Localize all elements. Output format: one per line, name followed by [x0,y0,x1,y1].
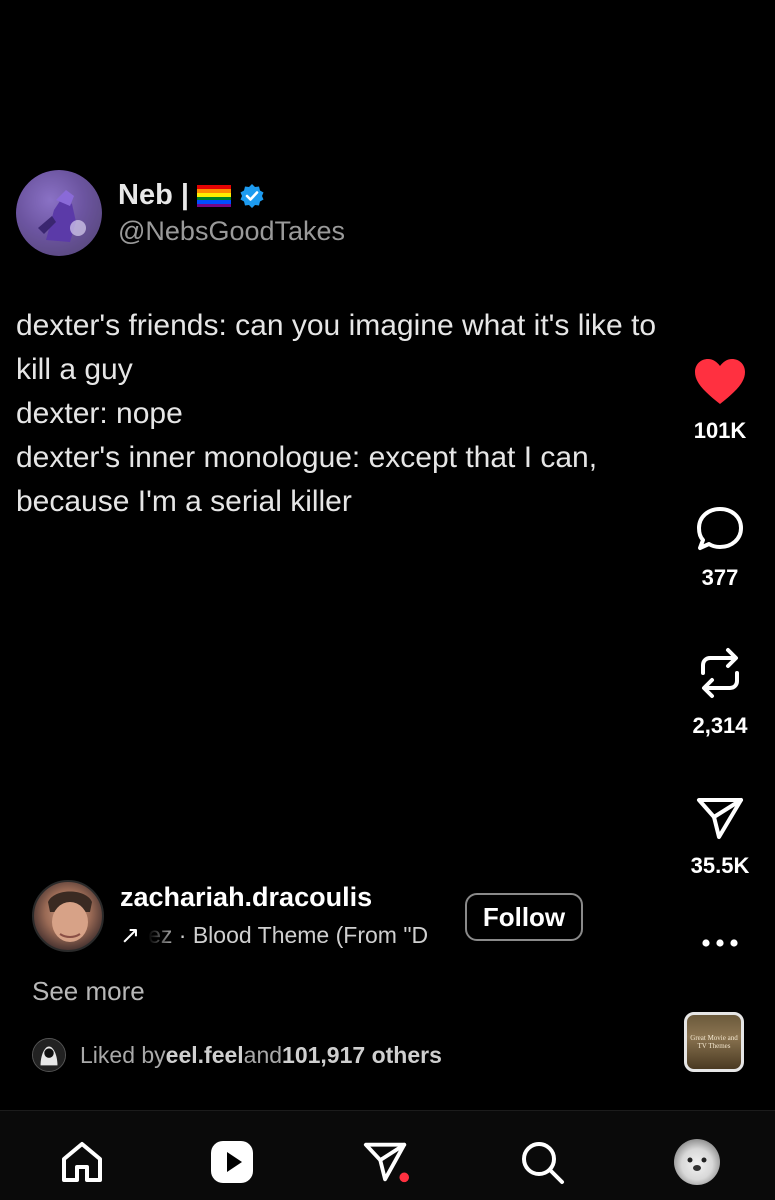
audio-thumbnail[interactable]: Great Movie and TV Themes [684,1012,744,1072]
bottom-nav [0,1110,775,1200]
search-icon[interactable] [519,1139,565,1185]
tweet-header: Neb | @NebsGoodTakes [16,170,345,256]
nav-search[interactable] [518,1138,566,1186]
liked-by-prefix: Liked by [80,1041,166,1068]
notification-dot [399,1172,410,1183]
tweet-text: dexter's friends: can you imagine what i… [16,309,657,518]
reel-screen: Neb | @NebsGoodTakes dexter's friends: c… [0,0,775,1200]
nav-messages[interactable] [362,1138,410,1186]
tweet-display-name: Neb | [118,179,189,211]
audio-thumbnail-line1: Great Movie and [690,1034,738,1042]
like-action[interactable]: 101K [665,358,775,444]
nav-reels[interactable] [208,1138,256,1186]
heart-icon[interactable] [693,358,747,406]
nav-profile[interactable] [673,1138,721,1186]
pride-flag-icon [196,184,231,207]
liked-by-middle: and [243,1041,283,1068]
liked-by-row[interactable]: Liked by eel.feel and 101,917 others [32,1038,442,1072]
audio-thumbnail-line2: TV Themes [697,1042,731,1050]
creator-info: zachariah.dracoulis ↗ ez · Blood Theme (… [120,882,440,950]
audio-title: ez · Blood Theme (From "D [148,922,429,948]
verified-badge-icon [240,183,264,208]
nav-home[interactable] [58,1138,106,1186]
repost-count: 2,314 [692,713,748,738]
creator-username[interactable]: zachariah.dracoulis [120,882,440,913]
creator-row: zachariah.dracoulis ↗ ez · Blood Theme (… [32,880,440,952]
follow-button[interactable]: Follow [465,893,583,941]
liked-by-count[interactable]: 101,917 others [282,1042,442,1069]
comment-action[interactable]: 377 [665,505,775,591]
repost-icon[interactable] [695,645,745,701]
like-count: 101K [693,418,747,443]
tweet-avatar [16,170,102,256]
share-action[interactable]: 35.5K [665,795,775,879]
reels-icon[interactable] [209,1139,255,1185]
comment-icon[interactable] [695,505,745,553]
share-count: 35.5K [690,853,750,878]
audio-arrow-icon: ↗ [120,922,141,949]
share-icon[interactable] [695,795,745,841]
more-icon[interactable] [700,938,740,948]
tweet-name-row: Neb | [118,179,345,212]
tweet-handle: @NebsGoodTakes [118,216,346,246]
creator-avatar[interactable] [32,880,104,952]
more-options-button[interactable] [665,938,775,948]
comment-count: 377 [701,565,739,590]
home-icon[interactable] [59,1139,105,1185]
repost-action[interactable]: 2,314 [665,645,775,739]
see-more-link[interactable]: See more [32,976,145,1007]
profile-avatar[interactable] [674,1139,720,1185]
direct-messages-icon[interactable] [362,1138,410,1186]
tweet-names: Neb | @NebsGoodTakes [118,179,345,247]
audio-row[interactable]: ↗ ez · Blood Theme (From "D [120,921,440,950]
liked-by-avatar [32,1038,66,1072]
liked-by-user[interactable]: eel.feel [166,1042,244,1069]
